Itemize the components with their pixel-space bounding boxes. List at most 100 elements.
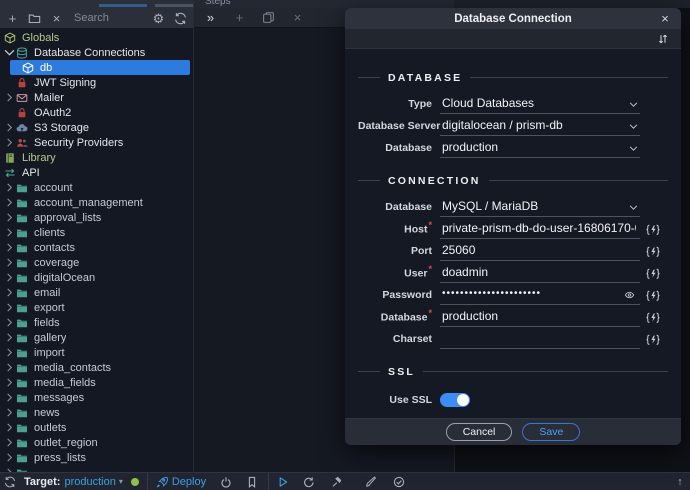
sidebar-item-globals[interactable]: Globals	[0, 30, 193, 45]
folder-icon[interactable]	[28, 12, 41, 25]
field-control[interactable]: production	[440, 138, 640, 158]
power-icon[interactable]	[220, 476, 232, 488]
field-control[interactable]: private-prism-db-do-user-16806170-0.c.db…	[440, 219, 640, 239]
sidebar-item-oauth2[interactable]: OAuth2	[0, 105, 193, 120]
chevron-down-icon[interactable]	[629, 124, 638, 129]
field-control[interactable]: digitalocean / prism-db	[440, 116, 640, 136]
chevron-right-icon[interactable]	[4, 273, 15, 282]
deploy-button[interactable]: Deploy	[172, 476, 206, 488]
chevron-right-icon[interactable]	[4, 378, 15, 387]
binding-icon[interactable]	[646, 312, 660, 324]
chevron-right-icon[interactable]	[4, 303, 15, 312]
chevron-right-icon[interactable]	[4, 258, 15, 267]
sort-icon[interactable]	[657, 33, 669, 45]
chevron-right-icon[interactable]	[4, 363, 15, 372]
binding-icon[interactable]	[646, 334, 660, 346]
add-step-icon[interactable]: +	[233, 11, 246, 24]
chevron-right-icon[interactable]	[4, 423, 15, 432]
sidebar-folder-gallery[interactable]: gallery	[0, 330, 193, 345]
sidebar-folder-account[interactable]: account	[0, 180, 193, 195]
eye-icon[interactable]	[623, 290, 636, 300]
brush-icon[interactable]	[365, 476, 377, 488]
save-button[interactable]: Save	[522, 423, 580, 441]
chevron-down-icon[interactable]	[629, 205, 638, 210]
sidebar-folder-export[interactable]: export	[0, 300, 193, 315]
chevron-right-icon[interactable]	[4, 213, 15, 222]
chevron-right-icon[interactable]	[4, 138, 15, 147]
sidebar-item-db[interactable]: db	[10, 60, 190, 75]
field-control[interactable]: Cloud Databases	[440, 94, 640, 114]
sidebar-item-s3-storage[interactable]: S3 Storage	[0, 120, 193, 135]
chevron-down-icon[interactable]	[629, 102, 638, 107]
chevron-slot[interactable]	[4, 108, 15, 117]
cancel-button[interactable]: Cancel	[446, 423, 513, 441]
chevron-down-icon[interactable]	[629, 146, 638, 151]
field-control[interactable]: 25060	[440, 241, 640, 261]
sidebar-folder-media-fields[interactable]: media_fields	[0, 375, 193, 390]
check-circle-icon[interactable]	[393, 476, 405, 488]
binding-icon[interactable]	[646, 224, 660, 236]
chevron-right-icon[interactable]	[4, 333, 15, 342]
sidebar-folder-coverage[interactable]: coverage	[0, 255, 193, 270]
field-control[interactable]	[440, 329, 640, 349]
sidebar-item-security-providers[interactable]: Security Providers	[0, 135, 193, 150]
sidebar-folder-account-management[interactable]: account_management	[0, 195, 193, 210]
field-control[interactable]: MySQL / MariaDB	[440, 197, 640, 217]
binding-icon[interactable]	[646, 246, 660, 258]
sidebar-folder-clients[interactable]: clients	[0, 225, 193, 240]
chevron-right-icon[interactable]	[4, 288, 15, 297]
chevron-right-icon[interactable]	[4, 243, 15, 252]
chevron-right-icon[interactable]	[4, 348, 15, 357]
chevron-slot[interactable]	[4, 78, 15, 87]
field-control[interactable]: doadmin	[440, 263, 640, 283]
play-icon[interactable]	[277, 476, 289, 488]
chevron-right-icon[interactable]	[4, 198, 15, 207]
delete-icon[interactable]: ×	[291, 11, 304, 24]
chevron-right-icon[interactable]	[4, 93, 15, 102]
caret-down-icon[interactable]: ▾	[119, 477, 123, 486]
sidebar-folder-approval-lists[interactable]: approval_lists	[0, 210, 193, 225]
chevron-right-icon[interactable]	[4, 408, 15, 417]
chevron-right-icon[interactable]	[4, 453, 15, 462]
sidebar-folder-digitalocean[interactable]: digitalOcean	[0, 270, 193, 285]
bookmark-icon[interactable]	[246, 476, 258, 488]
copy-icon[interactable]	[262, 11, 275, 24]
chevron-right-icon[interactable]	[4, 228, 15, 237]
target-value[interactable]: production	[64, 476, 115, 488]
sidebar-folder-contacts[interactable]: contacts	[0, 240, 193, 255]
search-input[interactable]	[72, 11, 143, 25]
sidebar-folder-email[interactable]: email	[0, 285, 193, 300]
rocket-icon[interactable]	[156, 476, 168, 488]
refresh-icon[interactable]	[4, 476, 16, 488]
sidebar-item-database-connections[interactable]: Database Connections	[0, 45, 193, 60]
binding-icon[interactable]	[646, 268, 660, 280]
sidebar-folder-fields[interactable]: fields	[0, 315, 193, 330]
chevron-right-icon[interactable]	[4, 438, 15, 447]
sync-icon[interactable]	[174, 12, 187, 25]
sidebar-folder-import[interactable]: import	[0, 345, 193, 360]
field-control[interactable]: production	[440, 307, 640, 327]
chevron-right-icon[interactable]	[4, 318, 15, 327]
gear-icon[interactable]: ⚙	[152, 12, 165, 25]
binding-icon[interactable]	[646, 290, 660, 302]
sidebar-item-library[interactable]: Library	[0, 150, 193, 165]
sidebar-item-mailer[interactable]: Mailer	[0, 90, 193, 105]
sidebar-folder-media-contacts[interactable]: media_contacts	[0, 360, 193, 375]
chevron-down-icon[interactable]	[4, 48, 15, 57]
close-icon[interactable]: ×	[50, 12, 63, 25]
sidebar-item-partial[interactable]	[0, 465, 193, 472]
sidebar-folder-news[interactable]: news	[0, 405, 193, 420]
chevron-right-icon[interactable]	[4, 393, 15, 402]
sidebar-folder-press-lists[interactable]: press_lists	[0, 450, 193, 465]
sidebar-item-jwt-signing[interactable]: JWT Signing	[0, 75, 193, 90]
add-icon[interactable]: +	[6, 12, 19, 25]
sidebar-folder-outlets[interactable]: outlets	[0, 420, 193, 435]
redo-icon[interactable]	[303, 476, 315, 488]
sidebar-folder-messages[interactable]: messages	[0, 390, 193, 405]
chevrons-right-icon[interactable]: »	[204, 11, 217, 24]
hammer-icon[interactable]	[331, 476, 343, 488]
close-dialog-icon[interactable]: ×	[658, 11, 672, 25]
field-control[interactable]: ••••••••••••••••••••••	[440, 285, 640, 305]
chevron-right-icon[interactable]	[4, 183, 15, 192]
up-arrow-icon[interactable]: ↑	[674, 476, 686, 488]
